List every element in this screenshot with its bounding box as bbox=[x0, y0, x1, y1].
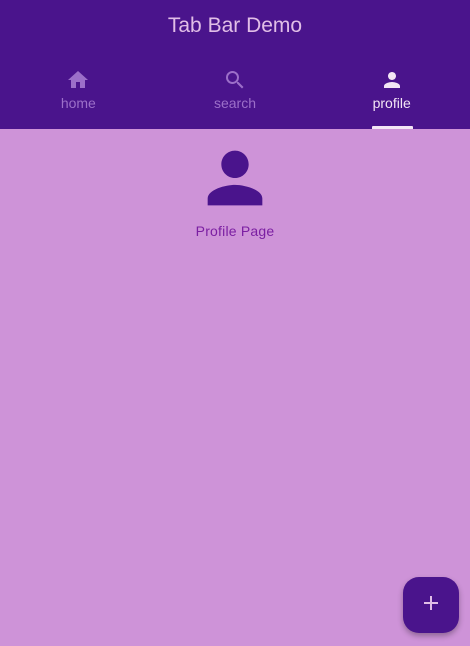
home-icon bbox=[66, 68, 90, 92]
add-button[interactable] bbox=[403, 577, 459, 633]
tab-content: Profile Page bbox=[0, 129, 470, 239]
person-icon bbox=[380, 68, 404, 92]
app-screen: Tab Bar Demo home search profile Profile… bbox=[0, 0, 470, 646]
app-bar: Tab Bar Demo home search profile bbox=[0, 0, 470, 129]
tab-label-search: search bbox=[213, 95, 257, 111]
tab-profile[interactable]: profile bbox=[313, 58, 470, 129]
app-title: Tab Bar Demo bbox=[167, 14, 303, 37]
person-icon bbox=[194, 137, 276, 219]
tab-label-profile: profile bbox=[372, 95, 411, 111]
tab-label-home: home bbox=[60, 95, 96, 111]
search-icon bbox=[223, 68, 247, 92]
tab-home[interactable]: home bbox=[0, 58, 157, 129]
page-title: Profile Page bbox=[195, 223, 275, 239]
add-icon bbox=[419, 591, 443, 620]
tab-search[interactable]: search bbox=[157, 58, 314, 129]
tab-bar: home search profile bbox=[0, 58, 470, 129]
